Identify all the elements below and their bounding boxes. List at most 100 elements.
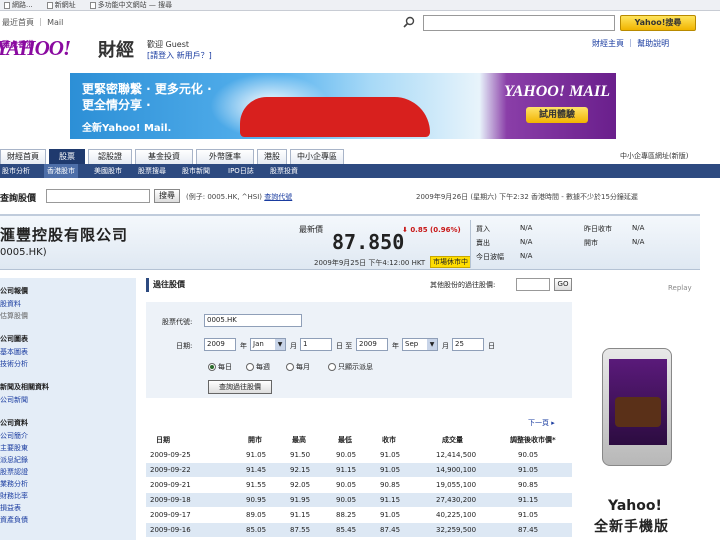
from-year-input[interactable]: 2009 bbox=[204, 338, 236, 351]
subnav-item[interactable]: 股市分析 bbox=[2, 164, 30, 178]
main-tabs: 財經首頁 股票 認股證 基金投資 外幣匯率 港股 中小企專區 中小企專區網址(新… bbox=[0, 149, 720, 164]
sidebar-item[interactable]: 業務分析 bbox=[0, 479, 28, 489]
tab-funds[interactable]: 基金投資 bbox=[135, 149, 193, 164]
subnav-item-active[interactable]: 香港股市 bbox=[44, 164, 78, 178]
end-unit: 日 bbox=[488, 342, 495, 350]
table-cell: 91.45 bbox=[246, 466, 267, 474]
table-cell: 32,259,500 bbox=[436, 526, 477, 534]
bookmark-item[interactable]: 多功能中文網站 — 搜尋 bbox=[89, 0, 172, 10]
sidebar-item[interactable]: 基本圖表 bbox=[0, 347, 28, 357]
sidebar-item[interactable]: 公司簡介 bbox=[0, 431, 28, 441]
sidebar-item[interactable]: 損益表 bbox=[0, 503, 21, 513]
sidebar-item[interactable]: 主要股東 bbox=[0, 443, 28, 453]
stat-label: 開市 bbox=[584, 239, 598, 247]
mail-logo: YAHOO! MAIL bbox=[504, 83, 610, 100]
subnav-item[interactable]: 美國股市 bbox=[94, 164, 122, 178]
chevron-down-icon: ▼ bbox=[427, 339, 437, 350]
company-name: 滙豐控股有限公司 bbox=[0, 226, 129, 244]
next-page-link[interactable]: 下一頁 ▸ bbox=[528, 418, 555, 428]
bookmark-item[interactable]: 網路... bbox=[4, 0, 33, 10]
phone-image bbox=[602, 348, 672, 466]
day-unit: 日 至 bbox=[336, 342, 353, 350]
from-day-input[interactable]: 1 bbox=[300, 338, 332, 351]
quote-search-label: 查詢股價 bbox=[0, 194, 37, 204]
subnav-item[interactable]: IPO日誌 bbox=[228, 164, 254, 178]
search-input[interactable] bbox=[423, 15, 615, 31]
from-month-select[interactable]: Jan ▼ bbox=[250, 338, 286, 351]
quote-timestamp: 2009年9月26日 (星期六) 下午2:32 香港時間 - 數據不少於15分鐘… bbox=[416, 193, 638, 201]
quote-search-input[interactable] bbox=[46, 189, 150, 203]
code-input[interactable]: 0005.HK bbox=[204, 314, 302, 327]
logo-sub: 雅虎香港 bbox=[2, 40, 34, 49]
table-cell: 88.25 bbox=[336, 511, 357, 519]
query-button[interactable]: 查詢過往股價 bbox=[208, 380, 272, 394]
tab-warrants[interactable]: 認股證 bbox=[88, 149, 132, 164]
stat-value: N/A bbox=[632, 224, 645, 232]
mail-banner-ad[interactable]: 更緊密聯繫 · 更多元化 · 更全情分享 · 全新Yahoo! Mail. YAH… bbox=[70, 73, 616, 139]
greeting: 歡迎 Guest [請登入 新用戶？] bbox=[147, 39, 212, 61]
other-stock-go-button[interactable]: GO bbox=[554, 278, 572, 291]
table-row: 2009-09-21 91.55 92.05 90.05 90.85 19,055,100… bbox=[146, 478, 572, 492]
table-cell: 87.55 bbox=[290, 526, 311, 534]
table-cell: 2009-09-18 bbox=[150, 496, 191, 504]
sidebar-item[interactable]: 公司新聞 bbox=[0, 395, 28, 405]
stat-value: N/A bbox=[520, 252, 533, 260]
sidebar-item[interactable]: 資產負債 bbox=[0, 515, 28, 525]
radio-daily[interactable]: 每日 bbox=[208, 362, 232, 372]
sidebar-item[interactable]: 股票認證 bbox=[0, 467, 28, 477]
table-cell: 90.05 bbox=[336, 496, 357, 504]
subnav-item[interactable]: 股市新聞 bbox=[182, 164, 210, 178]
sidebar-item[interactable]: 股資料 bbox=[0, 299, 21, 309]
table-cell: 91.05 bbox=[518, 466, 539, 474]
mobile-ad[interactable]: Replay Yahoo! 全新手機版 bbox=[580, 278, 698, 540]
top-links[interactable]: 最近首頁 ｜ Mail bbox=[2, 17, 63, 28]
tab-stocks[interactable]: 股票 bbox=[49, 149, 85, 164]
to-year-input[interactable]: 2009 bbox=[356, 338, 388, 351]
table-cell: 2009-09-25 bbox=[150, 451, 191, 459]
tabs-right-link[interactable]: 中小企專區網址(新版) bbox=[620, 151, 688, 161]
banner-tagline: 全新Yahoo! Mail. bbox=[82, 123, 172, 134]
new-user-link[interactable]: 新用戶？] bbox=[177, 51, 212, 60]
sidebar-heading: 公司資料 bbox=[0, 419, 28, 427]
table-cell: 90.05 bbox=[336, 481, 357, 489]
stat-label: 昨日收市 bbox=[584, 225, 612, 233]
last-price: 87.850 bbox=[332, 230, 405, 254]
table-cell: 91.15 bbox=[336, 466, 357, 474]
left-sidebar: 公司報價 股資料 估算股價 公司圖表 基本圖表 技術分析 新聞及相關資料 公司新… bbox=[0, 278, 136, 540]
sidebar-item[interactable]: 財務比率 bbox=[0, 491, 28, 501]
sidebar-item[interactable]: 估算股價 bbox=[0, 311, 28, 321]
to-day-input[interactable]: 25 bbox=[452, 338, 484, 351]
bookmark-item[interactable]: 新網址 bbox=[46, 0, 76, 10]
banner-car bbox=[240, 97, 430, 137]
radio-weekly[interactable]: 每週 bbox=[246, 362, 270, 372]
yahoo-logo[interactable]: YAHOO! 雅虎香港 bbox=[0, 38, 96, 66]
quote-datetime: 2009年9月25日 下午4:12:00 HKT bbox=[314, 259, 426, 267]
tab-fx[interactable]: 外幣匯率 bbox=[196, 149, 254, 164]
sidebar-item[interactable]: 技術分析 bbox=[0, 359, 28, 369]
table-cell: 91.15 bbox=[290, 511, 311, 519]
symbol-lookup-link[interactable]: 查詢代號 bbox=[264, 193, 292, 201]
replay-link[interactable]: Replay bbox=[668, 284, 692, 292]
tab-sme[interactable]: 中小企專區 bbox=[290, 149, 344, 164]
table-row: 2009-09-17 89.05 91.15 88.25 91.05 40,225,100… bbox=[146, 508, 572, 522]
table-cell: 91.05 bbox=[246, 451, 267, 459]
table-cell: 90.85 bbox=[518, 481, 539, 489]
search-button[interactable]: Yahoo!搜尋 bbox=[620, 15, 696, 31]
quote-search-button[interactable]: 搜尋 bbox=[154, 189, 180, 203]
sidebar-heading: 公司報價 bbox=[0, 287, 28, 295]
table-cell: 92.15 bbox=[290, 466, 311, 474]
stat-value: N/A bbox=[632, 238, 645, 246]
table-cell: 91.05 bbox=[380, 451, 401, 459]
radio-dividends[interactable]: 只顯示派息 bbox=[328, 362, 373, 372]
subnav-item[interactable]: 股票搜尋 bbox=[138, 164, 166, 178]
tab-hk[interactable]: 港股 bbox=[257, 149, 287, 164]
subnav-item[interactable]: 股票投資 bbox=[270, 164, 298, 178]
login-link[interactable]: [請登入 bbox=[147, 51, 174, 60]
other-stock-input[interactable] bbox=[516, 278, 550, 291]
top-right-links[interactable]: 財經主頁 ｜ 幫助說明 bbox=[592, 38, 669, 49]
to-month-select[interactable]: Sep ▼ bbox=[402, 338, 438, 351]
tab-home[interactable]: 財經首頁 bbox=[0, 149, 46, 164]
radio-monthly[interactable]: 每月 bbox=[286, 362, 310, 372]
sidebar-item[interactable]: 派息紀錄 bbox=[0, 455, 28, 465]
try-mail-button[interactable]: 試用體驗 bbox=[526, 107, 588, 123]
